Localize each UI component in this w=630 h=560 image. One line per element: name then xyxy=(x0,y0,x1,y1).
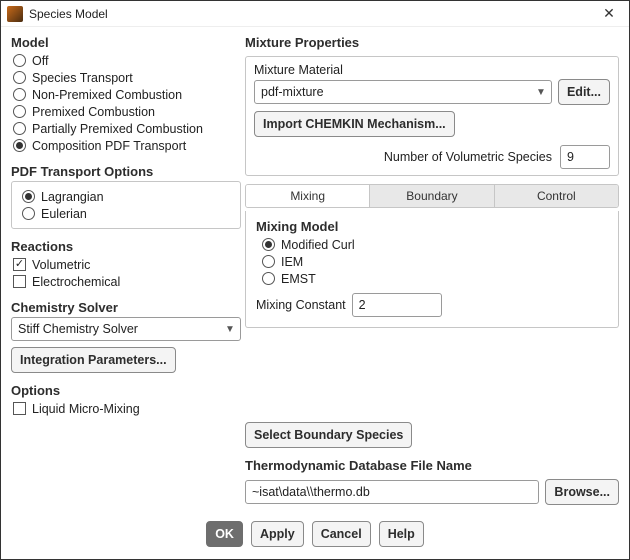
edit-material-button[interactable]: Edit... xyxy=(558,79,610,105)
mixture-material-label: Mixture Material xyxy=(254,63,610,77)
radio-label: Partially Premixed Combustion xyxy=(32,122,203,136)
radio-icon xyxy=(13,71,26,84)
radio-label: Composition PDF Transport xyxy=(32,139,186,153)
model-radio-species-transport[interactable]: Species Transport xyxy=(11,69,241,86)
model-title: Model xyxy=(11,35,241,50)
radio-icon xyxy=(13,54,26,67)
reactions-title: Reactions xyxy=(11,239,241,254)
select-boundary-species-button[interactable]: Select Boundary Species xyxy=(245,422,412,448)
options-title: Options xyxy=(11,383,241,398)
help-button[interactable]: Help xyxy=(379,521,424,547)
pdf-radio-lagrangian[interactable]: Lagrangian xyxy=(20,188,232,205)
dialog-footer: OK Apply Cancel Help xyxy=(1,511,629,559)
radio-icon xyxy=(262,272,275,285)
reaction-check-electrochemical[interactable]: Electrochemical xyxy=(11,273,241,290)
radio-icon xyxy=(262,255,275,268)
import-chemkin-button[interactable]: Import CHEMKIN Mechanism... xyxy=(254,111,455,137)
num-species-input[interactable] xyxy=(560,145,610,169)
app-icon xyxy=(7,6,23,22)
browse-button[interactable]: Browse... xyxy=(545,479,619,505)
checkbox-icon xyxy=(13,275,26,288)
radio-label: Species Transport xyxy=(32,71,133,85)
num-species-label: Number of Volumetric Species xyxy=(384,150,552,164)
reactions-group: Reactions Volumetric Electrochemical xyxy=(11,237,241,290)
checkbox-icon xyxy=(13,402,26,415)
chevron-down-icon: ▼ xyxy=(220,324,240,335)
radio-icon xyxy=(13,88,26,101)
mixing-radio-modified-curl[interactable]: Modified Curl xyxy=(260,236,608,253)
tabs: MixingBoundaryControl xyxy=(245,184,619,208)
titlebar: Species Model ✕ xyxy=(1,1,629,27)
window-title: Species Model xyxy=(29,7,595,21)
model-radio-non-premixed-combustion[interactable]: Non-Premixed Combustion xyxy=(11,86,241,103)
model-radio-off[interactable]: Off xyxy=(11,52,241,69)
mixture-properties-panel: Mixture Material pdf-mixture ▼ Edit... I… xyxy=(245,56,619,176)
model-radio-premixed-combustion[interactable]: Premixed Combustion xyxy=(11,103,241,120)
options-group: Options Liquid Micro-Mixing xyxy=(11,381,241,417)
thermo-db-title: Thermodynamic Database File Name xyxy=(245,458,619,473)
checkbox-icon xyxy=(13,258,26,271)
radio-icon xyxy=(22,207,35,220)
ok-button[interactable]: OK xyxy=(206,521,243,547)
model-radio-partially-premixed-combustion[interactable]: Partially Premixed Combustion xyxy=(11,120,241,137)
tab-mixing[interactable]: Mixing xyxy=(246,185,369,207)
cancel-button[interactable]: Cancel xyxy=(312,521,371,547)
close-icon[interactable]: ✕ xyxy=(595,5,623,22)
chemistry-solver-value: Stiff Chemistry Solver xyxy=(12,322,220,336)
radio-label: Eulerian xyxy=(41,207,87,221)
mixture-properties-title: Mixture Properties xyxy=(245,35,619,50)
mixing-constant-input[interactable] xyxy=(352,293,442,317)
mixing-model-title: Mixing Model xyxy=(256,219,608,234)
pdf-radio-eulerian[interactable]: Eulerian xyxy=(20,205,232,222)
chemistry-solver-title: Chemistry Solver xyxy=(11,300,241,315)
radio-label: Non-Premixed Combustion xyxy=(32,88,182,102)
checkbox-label: Electrochemical xyxy=(32,275,120,289)
radio-icon xyxy=(13,122,26,135)
model-group: Model Off Species Transport Non-Premixed C… xyxy=(11,33,241,154)
mixing-panel: Mixing Model Modified Curl IEM EMST Mixing… xyxy=(245,211,619,328)
radio-icon xyxy=(13,139,26,152)
chevron-down-icon: ▼ xyxy=(531,87,551,98)
mixing-radio-emst[interactable]: EMST xyxy=(260,270,608,287)
radio-label: Modified Curl xyxy=(281,238,355,252)
radio-icon xyxy=(262,238,275,251)
checkbox-label: Volumetric xyxy=(32,258,90,272)
radio-label: EMST xyxy=(281,272,316,286)
radio-label: Off xyxy=(32,54,48,68)
reaction-check-volumetric[interactable]: Volumetric xyxy=(11,256,241,273)
radio-icon xyxy=(13,105,26,118)
mixing-constant-label: Mixing Constant xyxy=(256,298,346,312)
chemistry-solver-select[interactable]: Stiff Chemistry Solver ▼ xyxy=(11,317,241,341)
thermo-db-input[interactable] xyxy=(245,480,539,504)
radio-icon xyxy=(22,190,35,203)
radio-label: Lagrangian xyxy=(41,190,104,204)
radio-label: Premixed Combustion xyxy=(32,105,155,119)
chemistry-solver-group: Chemistry Solver Stiff Chemistry Solver … xyxy=(11,298,241,373)
species-model-dialog: Species Model ✕ Model Off Species Transpo… xyxy=(0,0,630,560)
tab-boundary[interactable]: Boundary xyxy=(369,185,493,207)
apply-button[interactable]: Apply xyxy=(251,521,304,547)
integration-parameters-button[interactable]: Integration Parameters... xyxy=(11,347,176,373)
tab-control[interactable]: Control xyxy=(494,185,618,207)
radio-label: IEM xyxy=(281,255,303,269)
mixture-material-select[interactable]: pdf-mixture ▼ xyxy=(254,80,552,104)
checkbox-label: Liquid Micro-Mixing xyxy=(32,402,140,416)
pdf-transport-group: PDF Transport Options Lagrangian Eulerian xyxy=(11,162,241,229)
model-radio-composition-pdf-transport[interactable]: Composition PDF Transport xyxy=(11,137,241,154)
mixture-material-value: pdf-mixture xyxy=(255,85,531,99)
pdf-transport-title: PDF Transport Options xyxy=(11,164,241,179)
option-check-liquid-micro-mixing[interactable]: Liquid Micro-Mixing xyxy=(11,400,241,417)
mixing-radio-iem[interactable]: IEM xyxy=(260,253,608,270)
